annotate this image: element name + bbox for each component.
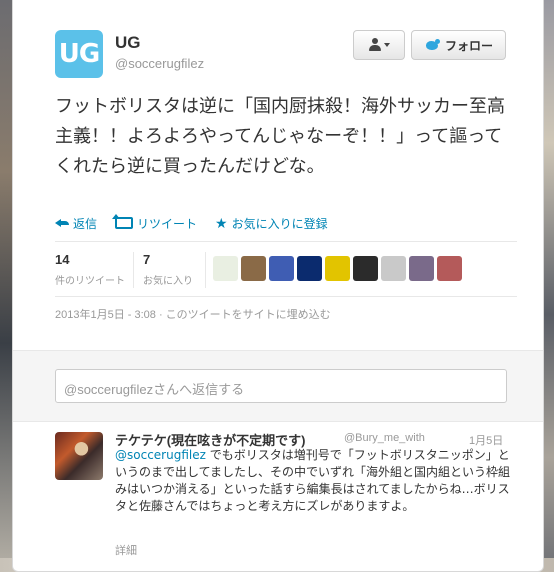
retweeter-avatar[interactable] (437, 256, 462, 281)
reply-user-handle[interactable]: @Bury_me_with (344, 432, 425, 444)
reply-text: @soccerugfilez でもボリスタは増刊号で「フットボリスタニッポン」と… (115, 447, 517, 515)
tweet-card: UG UG @soccerugfilez フォロー フットボリスタは逆に「国内厨… (12, 0, 544, 572)
favorites-stat[interactable]: 7 お気に入り (143, 252, 193, 287)
retweeter-avatar[interactable] (241, 256, 266, 281)
reply-tweet[interactable]: テケテケ(現在呟きが不定期です) @Bury_me_with 1月5日 @soc… (13, 424, 543, 571)
divider (55, 241, 517, 242)
star-icon: ★ (215, 215, 228, 231)
follow-label: フォロー (444, 38, 493, 53)
user-handle[interactable]: @soccerugfilez (115, 56, 204, 71)
reply-label: 返信 (73, 216, 98, 231)
favorites-label: お気に入り (143, 276, 193, 287)
mention-link[interactable]: @soccerugfilez (115, 448, 206, 462)
reply-input[interactable]: @soccerugfilezさんへ返信する (55, 369, 507, 403)
chevron-down-icon (383, 43, 390, 47)
retweeter-avatar[interactable] (409, 256, 434, 281)
avatar[interactable]: UG (55, 30, 103, 78)
retweeter-avatar[interactable] (381, 256, 406, 281)
divider (55, 296, 517, 297)
reply-timestamp[interactable]: 1月5日 (469, 432, 503, 448)
tweet-text: フットボリスタは逆に「国内厨抹殺！海外サッカー至高主義！！よろよろやってんじゃな… (55, 96, 505, 177)
retweeter-avatar[interactable] (297, 256, 322, 281)
favorite-label: お気に入りに登録 (231, 216, 328, 231)
avatar-text: UG (58, 39, 100, 69)
retweets-stat[interactable]: 14 件のリツイート (55, 252, 125, 287)
favorite-action[interactable]: ★ お気に入りに登録 (215, 215, 328, 232)
follow-button[interactable]: フォロー (411, 30, 506, 60)
retweeter-avatar[interactable] (353, 256, 378, 281)
details-link[interactable]: 詳細 (115, 542, 137, 558)
tweet-stats: 14 件のリツイート 7 お気に入り (55, 252, 517, 292)
retweet-action[interactable]: リツイート (112, 214, 198, 232)
user-icon (368, 38, 381, 52)
reply-action[interactable]: 返信 (55, 215, 97, 232)
tweet-timestamp[interactable]: 2013年1月5日 - 3:08 · このツイートをサイトに埋め込む (55, 306, 331, 322)
reply-icon (55, 218, 69, 228)
facepile (213, 256, 462, 281)
retweeter-avatar[interactable] (213, 256, 238, 281)
user-actions-button[interactable] (353, 30, 405, 60)
retweets-count: 14 (55, 252, 70, 267)
avatar[interactable] (55, 432, 103, 480)
favorites-count: 7 (143, 252, 151, 267)
retweeter-avatar[interactable] (269, 256, 294, 281)
retweeter-avatar[interactable] (325, 256, 350, 281)
tweet-header: UG UG @soccerugfilez フォロー (13, 0, 543, 90)
retweet-icon (112, 214, 134, 229)
twitter-bird-icon (424, 39, 440, 51)
reply-box-area: @soccerugfilezさんへ返信する (13, 350, 543, 422)
tweet-actions: 返信 リツイート ★ お気に入りに登録 (55, 214, 517, 232)
user-name[interactable]: UG (115, 33, 141, 53)
stat-divider (205, 252, 206, 288)
retweet-label: リツイート (137, 216, 198, 231)
stat-divider (133, 252, 134, 288)
retweets-label: 件のリツイート (55, 276, 125, 287)
background-left-strip (0, 0, 12, 572)
